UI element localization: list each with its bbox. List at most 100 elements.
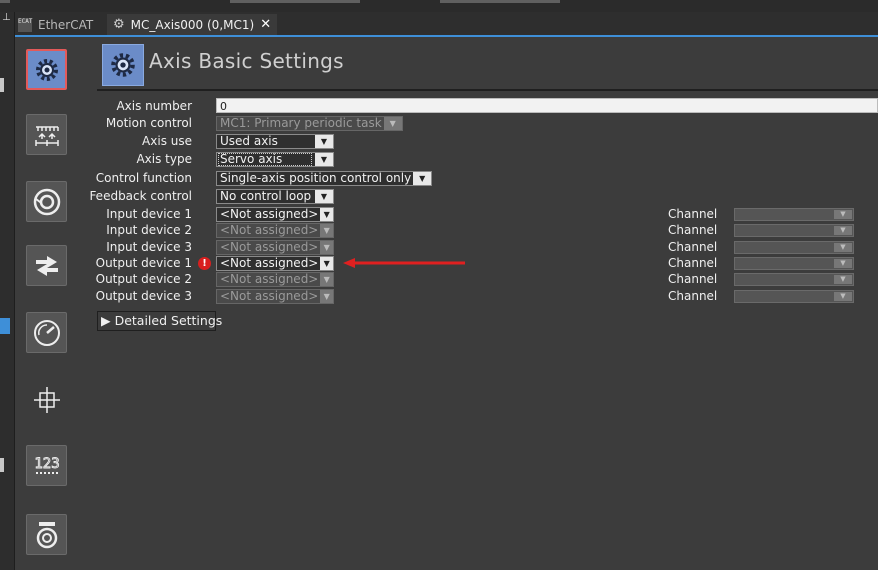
label-box: Output device 1 [83,255,192,271]
dock-marker [0,458,4,472]
chevron-down-icon: ▼ [320,224,333,237]
input-channel-2-dropdown[interactable]: ▼ [734,224,854,237]
dropdown-value: Single-axis position control only [220,171,412,185]
label-box: Input device 1 [83,206,192,222]
dock-selection-marker[interactable] [0,318,10,334]
chevron-down-icon: ▼ [315,190,333,203]
dropdown-value: <Not assigned> [220,272,319,286]
chevron-down-icon: ▼ [383,117,402,130]
servo-drive-button[interactable] [26,514,67,555]
output-channel-3-dropdown[interactable]: ▼ [734,290,854,303]
chevron-down-icon: ▼ [315,153,333,166]
dropdown-value: Used axis [220,134,278,148]
detailed-settings-toggle[interactable]: ▶ Detailed Settings [97,311,222,331]
motion-control-dropdown[interactable]: MC1: Primary periodic task ▼ [216,116,403,131]
input-device-2-dropdown[interactable]: <Not assigned> ▼ [216,223,334,238]
annotation-arrow-icon [343,258,465,268]
tab-label: MC_Axis000 (0,MC1) [130,17,255,32]
warning-icon: ! [198,257,211,270]
settings-toolbar: 123 [15,37,83,570]
input-device-3-label: Input device 3 [106,240,192,254]
label-box: Input device 2 [83,222,192,238]
strip-segment [230,0,360,3]
unit-conversion-icon [34,125,59,146]
operation-settings-button[interactable] [26,181,67,222]
left-dock-strip: ⊥ [0,12,15,570]
chevron-down-icon: ▼ [413,172,432,185]
header-icon-box [102,44,144,86]
dropdown-value: <Not assigned> [220,240,319,254]
dropdown-value: <Not assigned> [220,289,319,303]
position-limits-icon [33,386,60,413]
chevron-down-icon: ▼ [315,135,333,148]
dropdown-value: <Not assigned> [220,223,319,237]
chevron-down-icon: ▼ [320,290,333,303]
chevron-down-icon: ▼ [320,273,333,286]
chevron-down-icon: ▼ [320,208,333,221]
channel-label: Channel [668,272,718,286]
channel-label: Channel [668,223,718,237]
position-limits-button[interactable] [26,379,67,420]
unit-conversion-button[interactable] [26,114,67,155]
chevron-down-icon: ▼ [834,259,852,268]
chevron-down-icon: ▼ [834,210,852,219]
feedback-control-label: Feedback control [89,189,192,203]
gear-icon: ⚙ [113,17,125,32]
svg-text:123: 123 [34,456,59,472]
output-channel-1-dropdown[interactable]: ▼ [734,257,854,270]
axis-type-label: Axis type [136,152,192,166]
speed-gauge-icon [33,319,60,346]
position-count-button[interactable]: 123 [26,445,67,486]
strip-segment [0,0,10,3]
output-device-1-label: Output device 1 [95,256,192,270]
homing-direction-button[interactable] [26,245,67,286]
homing-direction-icon [35,255,58,276]
dock-marker [0,78,4,92]
axis-type-dropdown[interactable]: Servo axis ▼ [216,152,334,167]
label-box: Axis use [83,133,192,149]
tab-mc-axis000[interactable]: ⚙ MC_Axis000 (0,MC1) ✕ [107,14,277,35]
output-device-2-label: Output device 2 [95,272,192,286]
output-device-1-dropdown[interactable]: <Not assigned> ▼ [216,256,334,271]
axis-use-dropdown[interactable]: Used axis ▼ [216,134,334,149]
chevron-down-icon: ▼ [834,292,852,301]
title-strip [0,0,878,12]
control-function-label: Control function [95,171,192,185]
position-count-icon: 123 [33,455,60,474]
input-device-3-dropdown[interactable]: <Not assigned> ▼ [216,240,334,255]
dropdown-value: <Not assigned> [220,207,319,221]
axis-basic-settings-icon [35,58,58,81]
input-channel-3-dropdown[interactable]: ▼ [734,241,854,254]
input-device-1-dropdown[interactable]: <Not assigned> ▼ [216,207,334,222]
output-device-3-dropdown[interactable]: <Not assigned> ▼ [216,289,334,304]
close-icon[interactable]: ✕ [260,17,271,32]
chevron-down-icon: ▼ [834,226,852,235]
dropdown-value: <Not assigned> [220,256,319,270]
input-device-2-label: Input device 2 [106,223,192,237]
axis-use-label: Axis use [142,134,192,148]
axis-basic-settings-button[interactable] [26,49,67,90]
output-device-2-dropdown[interactable]: <Not assigned> ▼ [216,272,334,287]
speed-gauge-button[interactable] [26,312,67,353]
label-box: Axis type [83,151,192,167]
label-box: Motion control [83,115,192,131]
feedback-control-dropdown[interactable]: No control loop ▼ [216,189,334,204]
axis-number-field[interactable]: 0 [216,98,878,113]
header-divider [97,89,878,91]
pin-icon[interactable]: ⊥ [2,13,11,23]
chevron-down-icon: ▼ [834,275,852,284]
axis-number-label: Axis number [116,99,192,113]
output-device-3-label: Output device 3 [95,289,192,303]
control-function-dropdown[interactable]: Single-axis position control only ▼ [216,171,433,186]
chevron-down-icon: ▼ [834,243,852,252]
dropdown-value: MC1: Primary periodic task [220,116,382,130]
channel-label: Channel [668,207,718,221]
input-channel-1-dropdown[interactable]: ▼ [734,208,854,221]
chevron-down-icon: ▼ [320,241,333,254]
tab-bar: ECAT EtherCAT ⚙ MC_Axis000 (0,MC1) ✕ [15,12,878,37]
axis-settings-gear-icon [111,53,135,77]
label-box: Output device 3 [83,288,192,304]
output-channel-2-dropdown[interactable]: ▼ [734,273,854,286]
dropdown-value: No control loop [220,189,312,203]
tab-ethercat[interactable]: ECAT EtherCAT [18,14,103,35]
